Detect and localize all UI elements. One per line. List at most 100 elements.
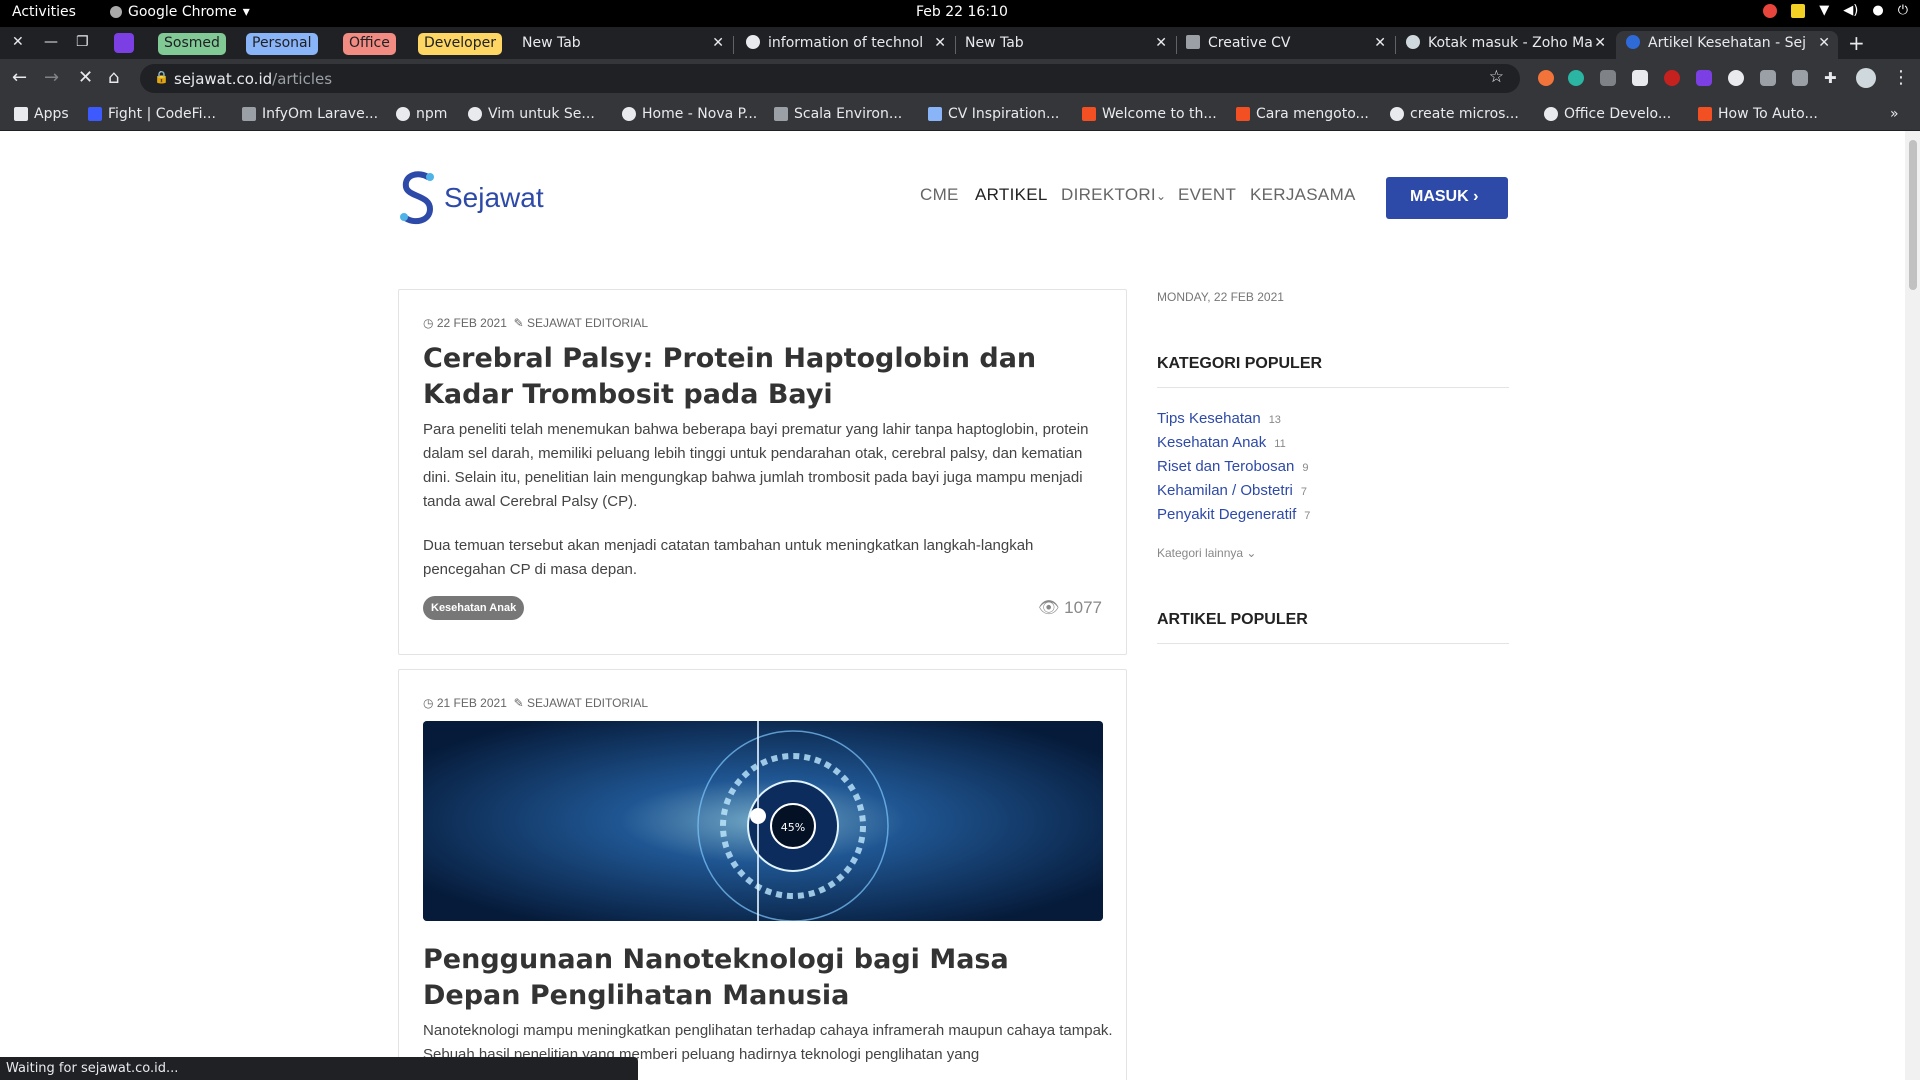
nav-event[interactable]: EVENT [1178,185,1236,205]
article-title[interactable]: Cerebral Palsy: Protein Haptoglobin dan … [423,341,1113,413]
activities-button[interactable]: Activities [12,4,76,20]
extension-icon[interactable] [1600,70,1616,86]
more-menu-icon[interactable]: ⋮ [1892,67,1910,88]
puzzle-icon[interactable]: ✚ [1824,69,1837,87]
bookmark-scala[interactable]: Scala Environ... [774,106,902,122]
bookmark-welcome[interactable]: Welcome to th... [1082,106,1217,122]
bookmark-how-to-auto[interactable]: How To Auto... [1698,106,1818,122]
bookmark-office-develo[interactable]: Office Develo... [1544,106,1671,122]
avatar[interactable] [1856,68,1876,88]
clock[interactable]: Feb 22 16:10 [916,4,1008,20]
bookmark-label: Scala Environ... [794,106,903,122]
category-count: 7 [1300,486,1308,498]
extension-icon[interactable] [1664,70,1680,86]
article-image[interactable]: 45% [423,721,1103,921]
close-tab-icon[interactable]: ✕ [1818,35,1830,51]
bookmark-label: CV Inspiration... [948,106,1060,122]
bookmark-infyom[interactable]: InfyOm Larave... [242,106,378,122]
close-tab-icon[interactable]: ✕ [1594,35,1606,51]
volume-icon[interactable]: ◀) [1843,3,1858,18]
wifi-icon[interactable]: ▼ [1819,3,1829,18]
new-tab-button[interactable]: + [1848,31,1865,55]
url-host: sejawat.co.id [174,70,273,88]
tab-zoho-mail[interactable]: Kotak masuk - Zoho Ma ✕ [1396,31,1614,59]
category-link[interactable]: Tips Kesehatan 13 [1157,410,1281,427]
bookmark-star-icon[interactable]: ☆ [1489,67,1504,87]
bookmark-apps[interactable]: Apps [14,106,69,122]
extension-icon[interactable] [1538,70,1554,86]
nav-direktori[interactable]: DIREKTORI⌄ [1061,185,1166,205]
globe-icon [622,107,636,121]
chrome-tray-icon[interactable] [1763,3,1778,18]
nav-kerjasama[interactable]: KERJASAMA [1250,185,1356,205]
extension-icon[interactable] [1568,70,1584,86]
category-link[interactable]: Riset dan Terobosan 9 [1157,458,1308,475]
home-icon[interactable]: ⌂ [108,67,119,88]
camera-extension-icon[interactable] [1760,70,1776,86]
more-categories-link[interactable]: Kategori lainnya ⌄ [1157,546,1256,560]
pencil-icon: ✎ [513,316,524,330]
site-logo[interactable]: Sejawat [398,169,544,227]
extension-icon[interactable] [1632,70,1648,86]
close-tab-icon[interactable]: ✕ [1374,35,1386,51]
tab-group-sosmed[interactable]: Sosmed [158,33,226,55]
bookmark-cara-mengoto[interactable]: Cara mengoto... [1236,106,1369,122]
power-icon[interactable]: ⏻ [1898,3,1908,18]
restore-icon[interactable]: ❐ [76,34,89,50]
close-tab-icon[interactable]: ✕ [712,35,724,51]
bookmark-codefights[interactable]: Fight | CodeFi... [88,106,216,122]
close-window-icon[interactable]: ✕ [12,34,24,50]
stop-loading-icon[interactable]: ✕ [78,67,93,88]
scrollbar-thumb[interactable] [1909,140,1917,290]
bookmark-cv-inspiration[interactable]: CV Inspiration... [928,106,1059,122]
more-bookmarks-icon[interactable]: » [1890,106,1899,122]
nav-artikel[interactable]: ARTIKEL [975,185,1048,205]
clock-icon: ◷ [423,316,434,330]
close-tab-icon[interactable]: ✕ [934,35,946,51]
bookmark-npm[interactable]: npm [396,106,447,122]
category-link[interactable]: Kehamilan / Obstetri 7 [1157,482,1307,499]
tab-search-icon[interactable] [114,33,134,53]
system-tray[interactable]: ▼ ◀) ● ⏻ [1763,3,1908,18]
codefights-icon [88,107,102,121]
tab-information-of-technology[interactable]: information of technol ✕ [736,31,954,59]
address-bar[interactable]: 🔒 sejawat.co.id/articles ☆ [140,64,1520,93]
tab-new-tab-2[interactable]: New Tab ✕ [955,31,1175,59]
tab-creative-cv[interactable]: Creative CV ✕ [1176,31,1394,59]
extension-icon[interactable] [1792,70,1808,86]
notes-tray-icon[interactable] [1791,3,1806,18]
bookmark-nova[interactable]: Home - Nova P... [622,106,757,122]
forward-arrow-icon[interactable]: → [44,67,59,88]
bookmark-label: Fight | CodeFi... [108,106,216,122]
category-name: Kesehatan Anak [1157,434,1267,451]
category-tag[interactable]: Kesehatan Anak [423,596,525,620]
tab-group-office[interactable]: Office [343,33,396,55]
nav-cme[interactable]: CME [920,185,959,205]
article-title[interactable]: Penggunaan Nanoteknologi bagi Masa Depan… [423,942,1113,1014]
mail-icon [1406,35,1420,49]
app-menu[interactable]: Google Chrome ▾ [110,4,250,20]
bookmark-label: Home - Nova P... [642,106,758,122]
app-name: Google Chrome [128,4,237,20]
tab-group-personal[interactable]: Personal [246,33,318,55]
extension-icon[interactable] [1696,70,1712,86]
article-author[interactable]: SEJAWAT EDITORIAL [527,696,648,710]
eye-icon: 👁 [1037,598,1060,617]
close-tab-icon[interactable]: ✕ [1155,35,1167,51]
tab-title: Creative CV [1208,35,1291,51]
category-link[interactable]: Penyakit Degeneratif 7 [1157,506,1310,523]
article-author[interactable]: SEJAWAT EDITORIAL [527,316,648,330]
microsoft-icon [1236,107,1250,121]
tab-new-tab-1[interactable]: New Tab ✕ [512,31,732,59]
bookmark-label: InfyOm Larave... [262,106,379,122]
tab-artikel-kesehatan[interactable]: Artikel Kesehatan - Sej ✕ [1616,31,1838,59]
bookmark-vim[interactable]: Vim untuk Se... [468,106,595,122]
extension-icon[interactable] [1728,70,1744,86]
back-arrow-icon[interactable]: ← [12,67,27,88]
login-button[interactable]: MASUK › [1386,177,1508,219]
category-link[interactable]: Kesehatan Anak 11 [1157,434,1286,451]
tab-group-developer[interactable]: Developer [418,33,503,55]
minimize-icon[interactable]: — [44,34,58,50]
microphone-icon[interactable]: ● [1872,3,1883,18]
bookmark-create-micros[interactable]: create micros... [1390,106,1519,122]
